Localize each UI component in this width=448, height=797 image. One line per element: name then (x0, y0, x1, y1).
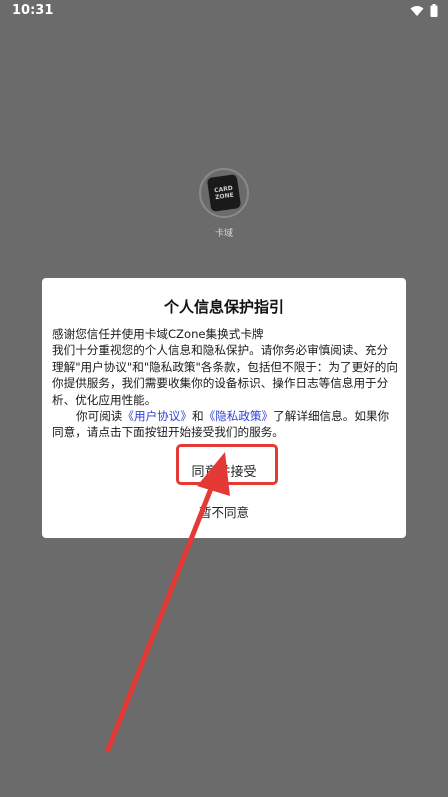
dialog-title: 个人信息保护指引 (163, 298, 284, 316)
status-time: 10:31 (12, 3, 54, 18)
dialog-read-more: 你可阅读《用户协议》和《隐私政策》了解详细信息。如果你同意，请点击下面按钮开始接… (52, 409, 390, 440)
user-agreement-link[interactable]: 《用户协议》 (122, 409, 192, 423)
disagree-button[interactable]: 暂不同意 (42, 502, 406, 521)
status-bar: 10:31 (0, 0, 448, 22)
privacy-policy-link[interactable]: 《隐私政策》 (204, 409, 274, 423)
wifi-icon (410, 5, 424, 16)
privacy-dialog: 个人信息保护指引 感谢您信任并使用卡域CZone集换式卡牌 我们十分重视您的个人… (42, 278, 406, 538)
dialog-body: 感谢您信任并使用卡域CZone集换式卡牌 我们十分重视您的个人信息和隐私保护。请… (52, 326, 398, 441)
highlight-box (176, 444, 278, 485)
dialog-intro: 感谢您信任并使用卡域CZone集换式卡牌 (52, 327, 264, 341)
status-icons (410, 4, 438, 17)
battery-icon (430, 4, 438, 17)
dialog-privacy-text: 我们十分重视您的个人信息和隐私保护。请你务必审慎阅读、充分理解"用户协议"和"隐… (52, 343, 398, 407)
logo-card-icon: CARD ZONE (206, 174, 242, 212)
app-name: 卡域 (214, 229, 233, 239)
app-logo: CARD ZONE (199, 168, 249, 218)
